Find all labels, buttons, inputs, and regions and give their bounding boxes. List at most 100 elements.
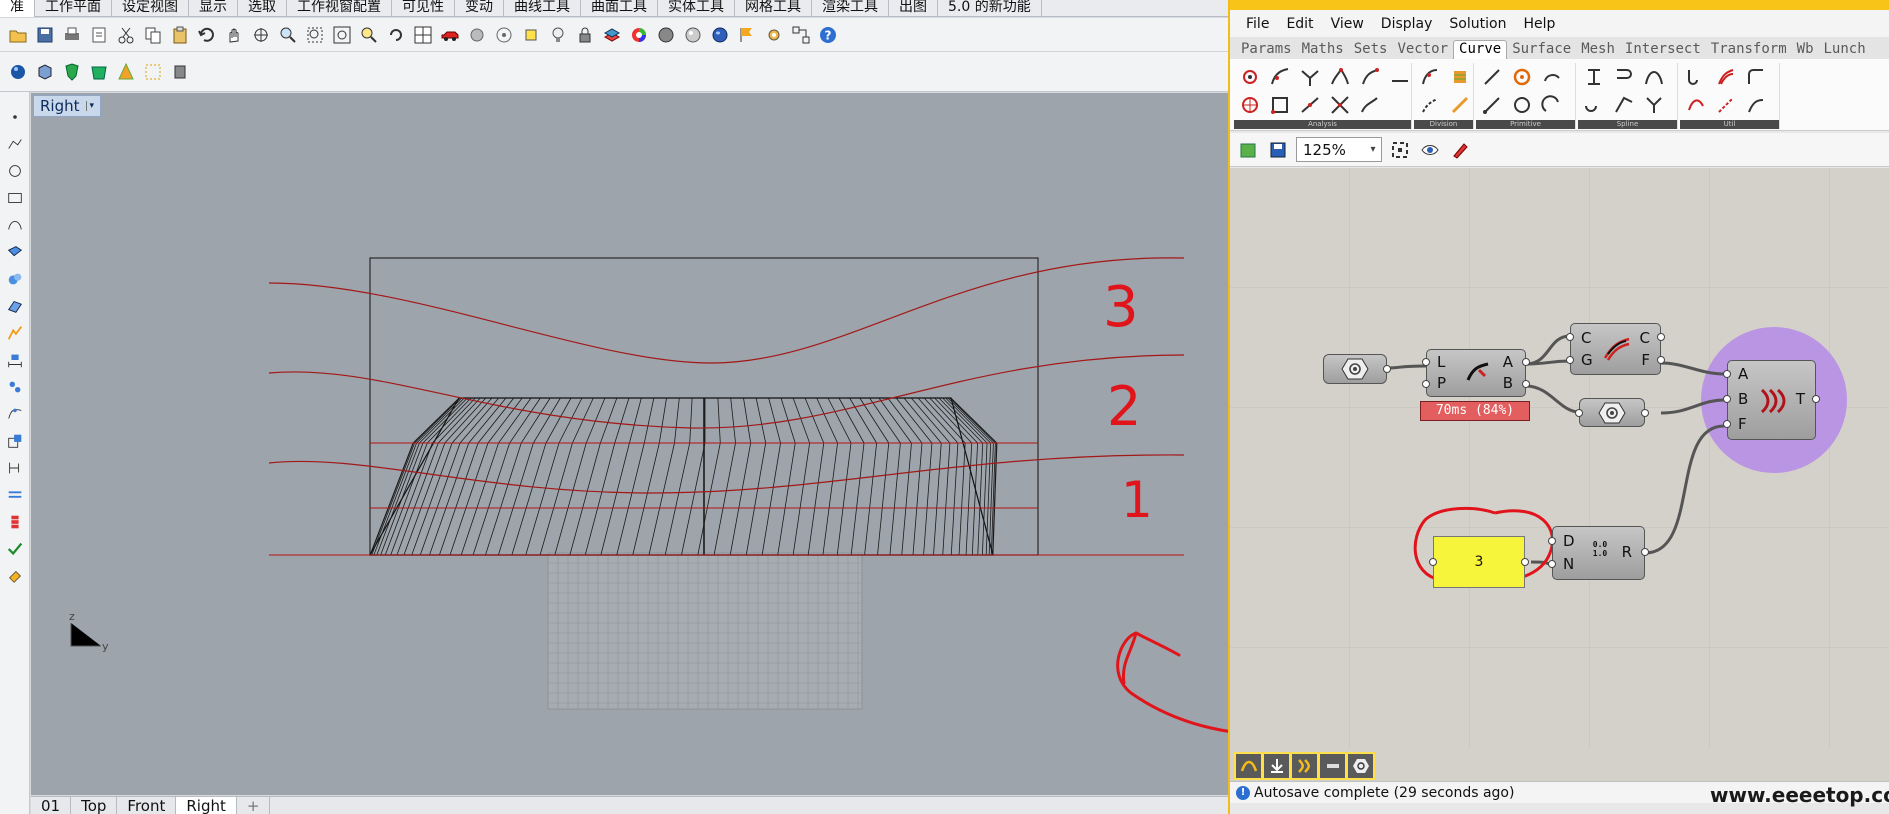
object-snap-icon[interactable] xyxy=(492,23,516,47)
save-icon[interactable] xyxy=(33,23,57,47)
solid-tool-icon[interactable] xyxy=(4,268,26,290)
rhino-viewport-right[interactable]: 3 2 1 z y Right ▾ xyxy=(31,93,1228,795)
param-output-port[interactable] xyxy=(1383,365,1391,373)
frame-port-c-in[interactable] xyxy=(1566,333,1574,341)
undo-view-icon[interactable] xyxy=(384,23,408,47)
open-document-icon[interactable] xyxy=(1236,138,1260,162)
curve-param-node-2[interactable] xyxy=(1575,398,1649,427)
discontinuity-icon[interactable] xyxy=(1328,65,1352,89)
range-component[interactable]: D N R 0.0 1.0 xyxy=(1548,526,1649,580)
param2-input-port[interactable] xyxy=(1575,409,1583,417)
open-file-icon[interactable] xyxy=(6,23,30,47)
tween-curve-component[interactable]: A B F T xyxy=(1723,360,1820,440)
surface-edit-icon[interactable] xyxy=(4,430,26,452)
curve-tool-icon[interactable] xyxy=(4,214,26,236)
curve-analysis-icon[interactable] xyxy=(1238,65,1262,89)
box-curve-icon[interactable] xyxy=(1268,93,1292,117)
material-sphere-icon[interactable] xyxy=(654,23,678,47)
arc-3pt-icon[interactable] xyxy=(1540,93,1564,117)
tween-port-a[interactable] xyxy=(1723,370,1731,378)
curve-frame-component[interactable]: C G C F xyxy=(1566,323,1665,375)
line-sdl-icon[interactable] xyxy=(1480,93,1504,117)
shaded-sphere-icon[interactable] xyxy=(6,60,30,84)
range-port-d[interactable] xyxy=(1548,537,1556,545)
array-icon[interactable] xyxy=(789,23,813,47)
rhino-tab-6[interactable]: 可见性 xyxy=(392,0,455,17)
tab-params[interactable]: Params xyxy=(1236,41,1297,59)
options-gear-icon[interactable] xyxy=(762,23,786,47)
tab-viewport-right[interactable]: Right xyxy=(176,797,237,814)
menu-file[interactable]: File xyxy=(1246,16,1269,32)
divide-port-l[interactable] xyxy=(1422,358,1430,366)
rhino-tab-8[interactable]: 曲线工具 xyxy=(504,0,581,17)
center-icon[interactable] xyxy=(1238,93,1262,117)
frame-port-c-out[interactable] xyxy=(1657,333,1665,341)
flow-icon[interactable] xyxy=(1292,754,1317,778)
panel-output-port[interactable] xyxy=(1521,558,1529,566)
shade-icon[interactable] xyxy=(465,23,489,47)
grid-tool-icon[interactable] xyxy=(4,484,26,506)
divide-port-a[interactable] xyxy=(1522,358,1530,366)
viewport-title[interactable]: Right ▾ xyxy=(33,95,102,117)
green-box-icon[interactable] xyxy=(87,60,111,84)
chevron-down-icon[interactable]: ▾ xyxy=(1365,144,1381,155)
mesh-tool-icon[interactable] xyxy=(4,295,26,317)
tween-port-t[interactable] xyxy=(1812,395,1820,403)
rhino-tab-9[interactable]: 曲面工具 xyxy=(581,0,658,17)
tab-intersect[interactable]: Intersect xyxy=(1620,41,1706,59)
tab-lunch[interactable]: Lunch xyxy=(1819,41,1871,59)
zoom-selected-icon[interactable] xyxy=(357,23,381,47)
range-port-r[interactable] xyxy=(1641,548,1649,556)
tween-port-f[interactable] xyxy=(1723,420,1731,428)
curvature-icon[interactable] xyxy=(1268,65,1292,89)
nurbs-curve-icon[interactable] xyxy=(1612,65,1636,89)
rhino-tab-7[interactable]: 变动 xyxy=(455,0,504,17)
circle-cnr-icon[interactable] xyxy=(1510,65,1534,89)
min-max-icon[interactable] xyxy=(1320,754,1345,778)
frame-port-g-in[interactable] xyxy=(1566,356,1574,364)
rhino-tab-0[interactable]: 准 xyxy=(0,0,35,17)
rhino-tab-14[interactable]: 5.0 的新功能 xyxy=(938,0,1042,17)
solver-icon[interactable] xyxy=(1236,754,1261,778)
rhino-tab-11[interactable]: 网格工具 xyxy=(735,0,812,17)
range-port-n[interactable] xyxy=(1548,560,1556,568)
extend-icon[interactable] xyxy=(1744,93,1768,117)
help-icon[interactable]: ? xyxy=(816,23,840,47)
color-wheel-icon[interactable] xyxy=(627,23,651,47)
tween-port-b[interactable] xyxy=(1723,395,1731,403)
green-shield-icon[interactable] xyxy=(60,60,84,84)
menu-view[interactable]: View xyxy=(1331,16,1364,32)
import-icon[interactable] xyxy=(87,23,111,47)
tab-viewport-01[interactable]: 01 xyxy=(31,797,72,814)
bake-icon[interactable] xyxy=(1264,754,1289,778)
tangent-icon[interactable] xyxy=(1298,93,1322,117)
divide-port-b[interactable] xyxy=(1522,380,1530,388)
curve-param-node[interactable] xyxy=(1323,354,1391,384)
number-input-panel[interactable]: 3 xyxy=(1429,536,1529,588)
polyline-tool-icon[interactable] xyxy=(4,133,26,155)
zoom-extents-icon[interactable] xyxy=(1388,138,1412,162)
explode-icon[interactable] xyxy=(1714,93,1738,117)
point-tool-icon[interactable] xyxy=(4,106,26,128)
tab-curve[interactable]: Curve xyxy=(1453,40,1508,59)
line-icon[interactable] xyxy=(1480,65,1504,89)
analyze-icon[interactable] xyxy=(4,457,26,479)
bezier-icon[interactable] xyxy=(1642,65,1666,89)
dimension-tool-icon[interactable] xyxy=(4,349,26,371)
preview-eye-icon[interactable] xyxy=(1418,138,1442,162)
tab-vector[interactable]: Vector xyxy=(1392,41,1453,59)
perp-frame-icon[interactable] xyxy=(1328,93,1352,117)
menu-help[interactable]: Help xyxy=(1523,16,1555,32)
hexagon-param-icon[interactable] xyxy=(1348,754,1373,778)
light-bulb-icon[interactable] xyxy=(546,23,570,47)
globe-icon[interactable] xyxy=(708,23,732,47)
light-tool-icon[interactable] xyxy=(4,322,26,344)
rhino-tab-12[interactable]: 渲染工具 xyxy=(812,0,889,17)
paste-icon[interactable] xyxy=(168,23,192,47)
zoom-window-icon[interactable] xyxy=(303,23,327,47)
panel-input-port[interactable] xyxy=(1429,558,1437,566)
viewport-canvas[interactable]: 3 2 1 z y xyxy=(31,93,1228,795)
offset-curve-icon[interactable] xyxy=(1714,65,1738,89)
polyline-icon[interactable] xyxy=(1582,93,1606,117)
join-curves-icon[interactable] xyxy=(1684,65,1708,89)
